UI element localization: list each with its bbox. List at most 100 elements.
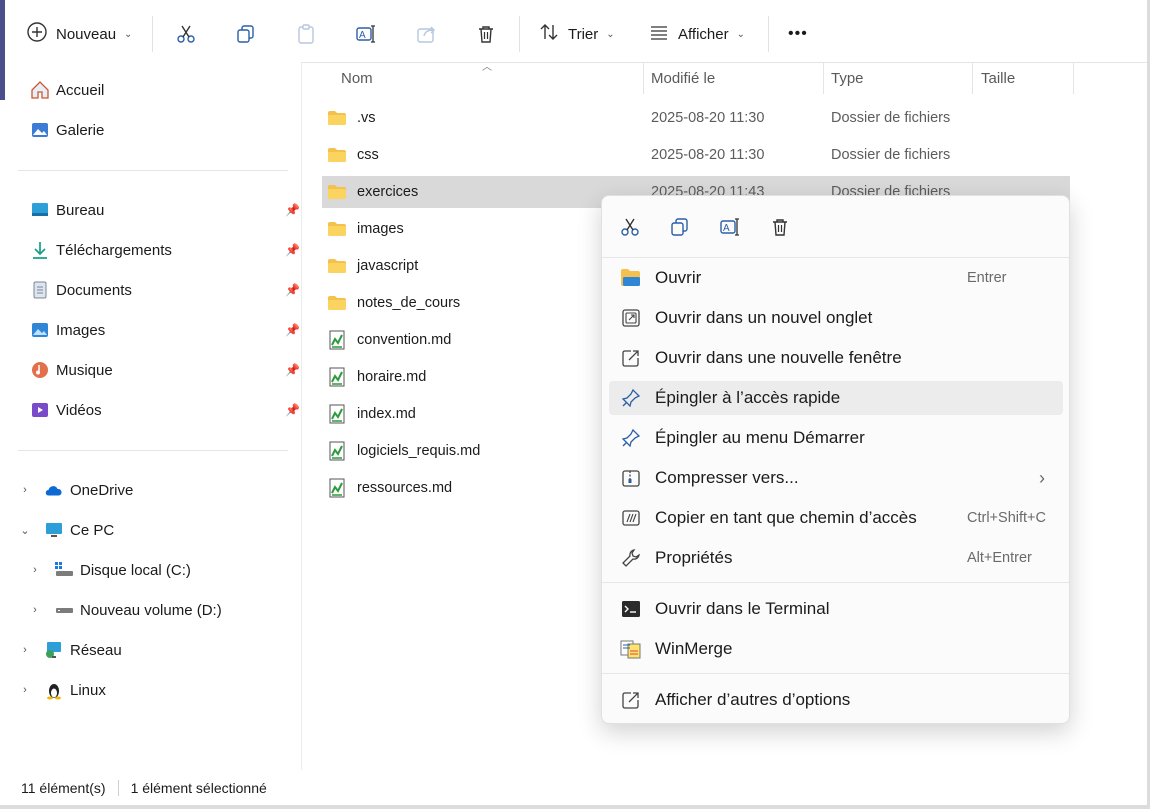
menu-item-label: Épingler au menu Démarrer	[655, 428, 865, 447]
scissors-icon	[621, 218, 639, 236]
sidebar-item-musique[interactable]: Musique 📌	[30, 350, 300, 390]
sidebar-item-onedrive[interactable]: › OneDrive	[18, 470, 300, 510]
paste-button[interactable]	[290, 18, 322, 50]
ctx-copy-button[interactable]	[665, 212, 695, 242]
new-tab-icon	[619, 306, 643, 330]
column-divider[interactable]	[1073, 62, 1074, 94]
menu-item-new-tab[interactable]: Ouvrir dans un nouvel onglet	[609, 301, 1063, 335]
chevron-down-icon: ⌄	[736, 28, 745, 40]
pc-icon	[44, 520, 64, 540]
view-button[interactable]: Afficher ⌄	[642, 16, 751, 52]
pin-icon[interactable]: 📌	[285, 243, 300, 257]
sidebar-item-videos[interactable]: Vidéos 📌	[30, 390, 300, 430]
sidebar-tree-section: › OneDrive ⌄ Ce PC › Disque local (C:) ›…	[18, 470, 300, 710]
ctx-cut-button[interactable]	[615, 212, 645, 242]
column-divider[interactable]	[972, 62, 973, 94]
music-icon	[30, 360, 50, 380]
sidebar-item-reseau[interactable]: › Réseau	[18, 630, 300, 670]
images-icon	[30, 320, 50, 340]
sidebar-item-accueil[interactable]: Accueil	[30, 70, 300, 110]
chevron-right-icon[interactable]: ›	[28, 604, 42, 616]
delete-button[interactable]	[470, 18, 502, 50]
sidebar-item-images[interactable]: Images 📌	[30, 310, 300, 350]
sidebar-item-disque-local[interactable]: › Disque local (C:)	[18, 550, 300, 590]
menu-item-pin-quick-access[interactable]: Épingler à l’accès rapide	[609, 381, 1063, 415]
file-row-vs[interactable]: .vs 2025-08-20 11:30 Dossier de fichiers	[322, 102, 1070, 134]
pin-icon[interactable]: 📌	[285, 283, 300, 297]
paste-icon	[298, 24, 314, 44]
rename-icon: A	[356, 25, 375, 43]
pin-icon[interactable]: 📌	[285, 323, 300, 337]
sidebar-item-bureau[interactable]: Bureau 📌	[30, 190, 300, 230]
rename-icon: A	[720, 218, 739, 236]
folder-open-icon	[619, 266, 643, 290]
column-header-label: Modifié le	[651, 69, 716, 87]
terminal-icon	[619, 597, 643, 621]
markdown-file-icon	[327, 367, 347, 387]
cut-button[interactable]	[170, 18, 202, 50]
sidebar-item-label: Images	[56, 321, 106, 339]
sidebar-item-linux[interactable]: › Linux	[18, 670, 300, 710]
chevron-down-icon: ⌄	[606, 28, 615, 40]
copy-button[interactable]	[230, 18, 262, 50]
column-header-modified[interactable]: Modifié le	[651, 62, 821, 94]
menu-item-terminal[interactable]: Ouvrir dans le Terminal	[609, 592, 1063, 626]
menu-item-label: Ouvrir dans un nouvel onglet	[655, 308, 873, 327]
chevron-right-icon[interactable]: ›	[18, 684, 32, 696]
file-row-css[interactable]: css 2025-08-20 11:30 Dossier de fichiers	[322, 139, 1070, 171]
sidebar-item-label: Musique	[56, 361, 113, 379]
videos-icon	[30, 400, 50, 420]
new-button[interactable]: Nouveau ⌄	[20, 16, 138, 52]
column-divider[interactable]	[823, 62, 824, 94]
pin-icon[interactable]: 📌	[285, 363, 300, 377]
menu-item-pin-start[interactable]: Épingler au menu Démarrer	[609, 421, 1063, 455]
menu-item-properties[interactable]: Propriétés Alt+Entrer	[609, 541, 1063, 575]
pin-icon[interactable]: 📌	[285, 203, 300, 217]
sidebar-item-documents[interactable]: Documents 📌	[30, 270, 300, 310]
share-button[interactable]	[410, 18, 442, 50]
chevron-right-icon[interactable]: ›	[28, 564, 42, 576]
column-header-name[interactable]: Nom	[341, 62, 641, 94]
ctx-rename-button[interactable]: A	[715, 212, 745, 242]
menu-item-ouvrir[interactable]: Ouvrir Entrer	[609, 261, 1063, 295]
column-header-size[interactable]: Taille	[981, 62, 1071, 94]
menu-item-more-options[interactable]: Afficher d’autres d’options	[609, 683, 1063, 717]
rename-button[interactable]: A	[350, 18, 382, 50]
menu-item-label: Ouvrir dans une nouvelle fenêtre	[655, 348, 902, 367]
ctx-delete-button[interactable]	[765, 212, 795, 242]
linux-icon	[44, 680, 64, 700]
sort-button[interactable]: Trier ⌄	[532, 16, 621, 52]
menu-item-shortcut: Alt+Entrer	[967, 550, 1032, 566]
sidebar-item-ce-pc[interactable]: ⌄ Ce PC	[18, 510, 300, 550]
menu-item-label: Compresser vers...	[655, 468, 799, 487]
chevron-right-icon[interactable]: ›	[18, 644, 32, 656]
toolbar-divider	[152, 16, 153, 52]
sidebar-item-label: Linux	[70, 681, 106, 699]
sidebar-item-nouveau-volume[interactable]: › Nouveau volume (D:)	[18, 590, 300, 630]
menu-item-label: Ouvrir dans le Terminal	[655, 599, 830, 618]
window-edge-bottom	[0, 805, 1150, 809]
column-divider[interactable]	[643, 62, 644, 94]
chevron-right-icon[interactable]: ›	[18, 484, 32, 496]
svg-text:A: A	[359, 30, 366, 41]
menu-item-copy-path[interactable]: Copier en tant que chemin d’accès Ctrl+S…	[609, 501, 1063, 535]
sidebar-item-label: Ce PC	[70, 521, 115, 539]
gallery-icon	[30, 120, 50, 140]
chevron-down-icon[interactable]: ⌄	[18, 524, 32, 537]
menu-divider	[602, 582, 1069, 583]
menu-item-new-window[interactable]: Ouvrir dans une nouvelle fenêtre	[609, 341, 1063, 375]
column-header-type[interactable]: Type	[831, 62, 971, 94]
markdown-file-icon	[327, 330, 347, 350]
more-options-button[interactable]: •••	[782, 16, 814, 52]
pin-icon[interactable]: 📌	[285, 403, 300, 417]
winmerge-icon	[619, 637, 643, 661]
sort-arrows-icon	[538, 21, 560, 47]
menu-item-compress[interactable]: Compresser vers... ›	[609, 461, 1063, 495]
column-header-label: Nom	[341, 69, 373, 87]
menu-item-winmerge[interactable]: WinMerge	[609, 632, 1063, 666]
sidebar-item-galerie[interactable]: Galerie	[30, 110, 300, 150]
download-icon	[30, 240, 50, 260]
sidebar-item-telechargements[interactable]: Téléchargements 📌	[30, 230, 300, 270]
network-icon	[44, 640, 64, 660]
file-modified: 2025-08-20 11:30	[651, 110, 765, 126]
